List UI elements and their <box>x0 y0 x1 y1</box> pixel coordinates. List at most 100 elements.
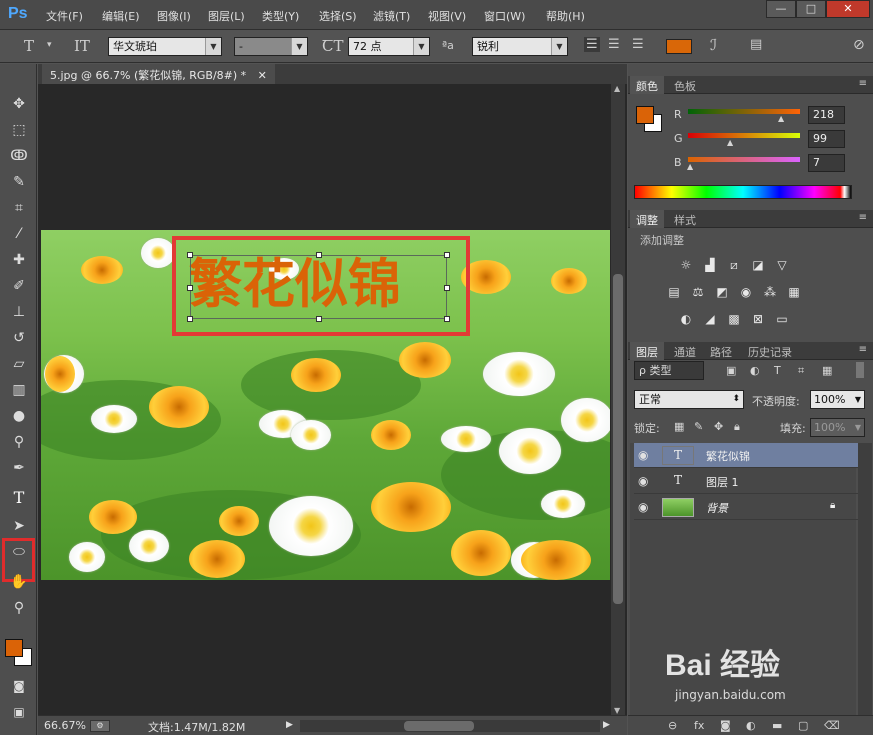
hue-saturation-icon[interactable]: ▤ <box>666 285 682 299</box>
posterize-icon[interactable]: ◢ <box>702 312 718 326</box>
zoom-tool-icon[interactable]: ⚲ <box>8 598 30 618</box>
color-foreground-swatch[interactable] <box>636 106 654 124</box>
gradient-map-icon[interactable]: ▭ <box>774 312 790 326</box>
character-panel-icon[interactable]: ▤ <box>750 37 762 52</box>
layer-row-background[interactable]: ◉ 背景 🔒︎ <box>634 495 858 520</box>
status-menu-arrow-icon[interactable]: ▶ <box>286 720 293 730</box>
pen-tool-icon[interactable]: ✒ <box>8 458 30 478</box>
zoom-level[interactable]: 66.67% <box>44 719 86 732</box>
blur-tool-icon[interactable]: ● <box>8 406 30 426</box>
filter-pixel-icon[interactable]: ▣ <box>726 364 736 377</box>
quick-mask-icon[interactable]: ◙ <box>8 676 30 696</box>
blue-slider[interactable] <box>688 157 800 162</box>
history-brush-tool-icon[interactable]: ↺ <box>8 328 30 348</box>
healing-brush-tool-icon[interactable]: ✚ <box>8 250 30 270</box>
menu-help[interactable]: 帮助(H) <box>546 8 585 24</box>
stamp-tool-icon[interactable]: ⊥ <box>8 302 30 322</box>
color-balance-icon[interactable]: ⚖ <box>690 285 706 299</box>
scrollbar-thumb[interactable] <box>613 274 623 604</box>
foreground-color-swatch[interactable] <box>5 639 23 657</box>
eye-icon[interactable]: ◉ <box>638 448 648 462</box>
channel-mixer-icon[interactable]: ⁂ <box>762 285 778 299</box>
align-center-icon[interactable]: ☰ <box>608 37 620 52</box>
green-slider[interactable] <box>688 133 800 138</box>
menu-type[interactable]: 类型(Y) <box>262 8 299 24</box>
layer-filter-kind-select[interactable]: ρ 类型 <box>634 361 704 380</box>
invert-icon[interactable]: ◐ <box>678 312 694 326</box>
green-value-input[interactable]: 99 <box>808 130 845 148</box>
filter-adjustment-icon[interactable]: ◐ <box>750 364 760 377</box>
text-orientation-icon[interactable]: IT <box>74 37 90 55</box>
fill-input[interactable]: 100% ▼ <box>810 418 865 437</box>
filter-type-icon[interactable]: T <box>774 364 781 377</box>
color-spectrum-bar[interactable] <box>634 185 852 199</box>
ellipse-tool-icon[interactable]: ⬭ <box>8 542 30 562</box>
panel-menu-icon[interactable]: ≡ <box>859 78 867 89</box>
tab-paths[interactable]: 路径 <box>704 342 738 360</box>
horizontal-scrollbar[interactable] <box>300 720 600 732</box>
status-preview-icon[interactable]: ⚙ <box>90 720 110 732</box>
dodge-tool-icon[interactable]: ⚲ <box>8 432 30 452</box>
threshold-icon[interactable]: ▩ <box>726 312 742 326</box>
selective-color-icon[interactable]: ⊠ <box>750 312 766 326</box>
chevron-down-icon[interactable]: ▾ <box>47 40 52 50</box>
minimize-button[interactable]: — <box>766 0 796 18</box>
vibrance-icon[interactable]: ▽ <box>774 258 790 272</box>
move-tool-icon[interactable]: ✥ <box>8 94 30 114</box>
type-tool-icon[interactable]: T <box>8 488 30 508</box>
font-family-select[interactable]: 华文琥珀 ▼ <box>108 37 222 56</box>
type-tool-preset-icon[interactable]: T <box>24 37 34 55</box>
menu-edit[interactable]: 编辑(E) <box>102 8 140 24</box>
lock-all-icon[interactable]: 🔒︎ <box>734 420 740 434</box>
quick-select-tool-icon[interactable]: ✎ <box>8 172 30 192</box>
anti-alias-select[interactable]: 锐利 ▼ <box>472 37 568 56</box>
scroll-up-icon[interactable]: ▲ <box>614 84 620 93</box>
eye-icon[interactable]: ◉ <box>638 474 648 488</box>
color-lookup-icon[interactable]: ▦ <box>786 285 802 299</box>
menu-view[interactable]: 视图(V) <box>428 8 466 24</box>
filter-toggle[interactable] <box>856 362 864 378</box>
horizontal-scrollbar-thumb[interactable] <box>404 721 474 731</box>
font-style-select[interactable]: - ▼ <box>234 37 308 56</box>
photo-filter-icon[interactable]: ◉ <box>738 285 754 299</box>
menu-file[interactable]: 文件(F) <box>46 8 83 24</box>
tab-history[interactable]: 历史记录 <box>742 342 798 360</box>
layer-name[interactable]: 繁花似锦 <box>706 448 750 464</box>
layer-name[interactable]: 背景 <box>706 500 728 516</box>
panel-menu-icon[interactable]: ≡ <box>859 212 867 223</box>
screen-mode-icon[interactable]: ▣ <box>8 702 30 722</box>
lock-position-icon[interactable]: ✥ <box>714 420 723 433</box>
close-button[interactable]: ✕ <box>826 0 870 18</box>
blue-slider-thumb-icon[interactable]: ▲ <box>687 162 693 171</box>
hand-tool-icon[interactable]: ✋ <box>8 572 30 592</box>
tab-channels[interactable]: 通道 <box>668 342 702 360</box>
blue-value-input[interactable]: 7 <box>808 154 845 172</box>
align-right-icon[interactable]: ☰ <box>632 37 644 52</box>
lock-pixels-icon[interactable]: ✎ <box>694 420 703 433</box>
scroll-right-icon[interactable]: ▶ <box>603 720 610 730</box>
layer-row-text-main[interactable]: ◉ T 繁花似锦 <box>634 443 858 468</box>
tab-adjustments[interactable]: 调整 <box>630 210 664 228</box>
tab-styles[interactable]: 样式 <box>668 210 702 228</box>
black-white-icon[interactable]: ◩ <box>714 285 730 299</box>
opacity-input[interactable]: 100% ▼ <box>810 390 865 409</box>
lasso-tool-icon[interactable]: ↂ <box>8 146 30 166</box>
font-size-select[interactable]: 72 点 ▼ <box>348 37 430 56</box>
text-color-swatch[interactable] <box>666 39 692 54</box>
layers-scrollbar[interactable] <box>858 443 872 715</box>
layer-row-text-1[interactable]: ◉ T 图层 1 <box>634 469 858 494</box>
vertical-scrollbar[interactable]: ▲ ▼ <box>611 84 625 715</box>
panel-menu-icon[interactable]: ≡ <box>859 344 867 355</box>
canvas-image[interactable]: 繁花似锦 <box>41 230 610 580</box>
menu-filter[interactable]: 滤镜(T) <box>373 8 410 24</box>
brightness-icon[interactable]: ☼ <box>678 258 694 272</box>
document-tab[interactable]: 5.jpg @ 66.7% (繁花似锦, RGB/8#) * ✕ <box>42 64 275 84</box>
blend-mode-select[interactable]: 正常 ⬍ <box>634 390 744 409</box>
eraser-tool-icon[interactable]: ▱ <box>8 354 30 374</box>
crop-tool-icon[interactable]: ⌗ <box>8 198 30 218</box>
path-select-tool-icon[interactable]: ➤ <box>8 516 30 536</box>
layer-name[interactable]: 图层 1 <box>706 474 739 490</box>
filter-smart-object-icon[interactable]: ▦ <box>822 364 832 377</box>
marquee-tool-icon[interactable]: ⬚ <box>8 120 30 140</box>
menu-image[interactable]: 图像(I) <box>157 8 191 24</box>
